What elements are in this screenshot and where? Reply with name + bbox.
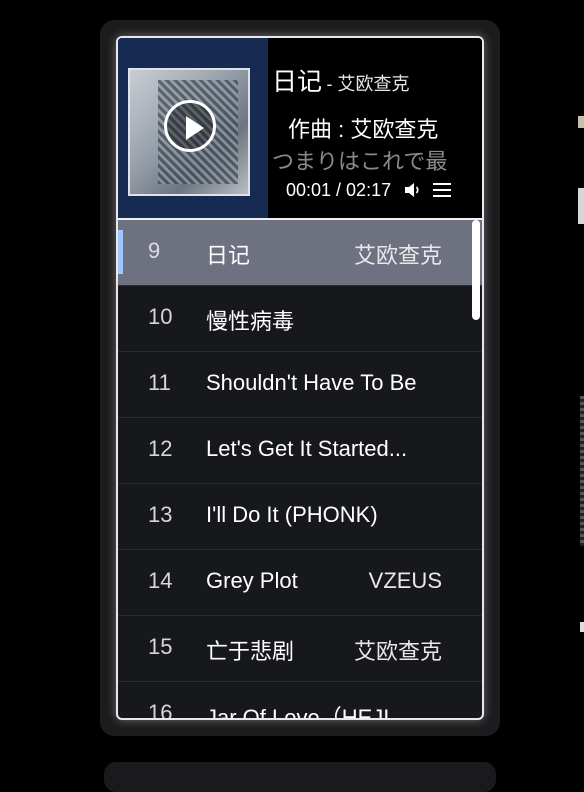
- edge-fragment: [580, 396, 584, 546]
- track-title: 慢性病毒: [206, 309, 295, 334]
- list-item[interactable]: 16 Jar Of Love（HEJI: [118, 682, 482, 720]
- track-number: 9: [148, 238, 161, 263]
- track-number: 14: [148, 568, 173, 593]
- list-item[interactable]: 14 Grey Plot VZEUS: [118, 550, 482, 616]
- playlist: 9 日记 艾欧查克 10 慢性病毒 11 Shouldn't Have To B…: [118, 220, 482, 720]
- time-display: 00:01 / 02:17: [286, 179, 392, 200]
- song-artist: - 艾欧查克: [326, 74, 410, 94]
- track-title: Shouldn't Have To Be: [206, 370, 417, 395]
- track-artist: 艾欧查克: [353, 639, 442, 664]
- album-cover: [118, 38, 268, 218]
- player-header: 日记 - 艾欧查克 作曲 : 艾欧查克 つまりはこれで最 00:01 / 02:…: [118, 38, 482, 220]
- edge-fragment: [578, 188, 584, 224]
- list-item[interactable]: 10 慢性病毒: [118, 286, 482, 352]
- playlist-scrollbar[interactable]: [472, 220, 480, 320]
- track-number: 15: [148, 634, 173, 659]
- list-item[interactable]: 11 Shouldn't Have To Be: [118, 352, 482, 418]
- track-number: 13: [148, 502, 173, 527]
- track-title: Jar Of Love（HEJI: [206, 705, 390, 720]
- track-number: 12: [148, 436, 173, 461]
- track-artist: VZEUS: [368, 568, 442, 593]
- track-title: 亡于悲剧: [206, 639, 295, 664]
- list-item[interactable]: 9 日记 艾欧查克: [118, 220, 482, 286]
- player-controls: 00:01 / 02:17: [286, 178, 452, 202]
- track-title: Grey Plot: [206, 568, 298, 593]
- list-item[interactable]: 15 亡于悲剧 艾欧查克: [118, 616, 482, 682]
- track-number: 10: [148, 304, 173, 329]
- track-title: 日记: [206, 243, 251, 268]
- edge-fragment: [580, 622, 584, 632]
- volume-icon[interactable]: [403, 181, 423, 199]
- list-item[interactable]: 12 Let's Get It Started...: [118, 418, 482, 484]
- edge-fragment: [578, 116, 584, 128]
- track-title: Let's Get It Started...: [206, 436, 408, 461]
- next-widget-frame: [104, 762, 496, 792]
- track-title: I'll Do It (PHONK): [206, 502, 378, 527]
- lyric-current: 作曲 : 艾欧查克: [288, 117, 439, 142]
- music-player: 日记 - 艾欧查克 作曲 : 艾欧查克 つまりはこれで最 00:01 / 02:…: [116, 36, 484, 720]
- active-marker: [118, 230, 123, 274]
- menu-icon[interactable]: [433, 183, 452, 197]
- lyric-next: つまりはこれで最: [272, 149, 448, 174]
- now-playing-title: 日记 - 艾欧查克: [272, 62, 409, 98]
- song-title: 日记: [272, 68, 323, 96]
- play-button[interactable]: [164, 100, 216, 152]
- track-number: 16: [148, 700, 173, 720]
- track-number: 11: [148, 370, 171, 395]
- list-item[interactable]: 13 I'll Do It (PHONK): [118, 484, 482, 550]
- track-artist: 艾欧查克: [353, 243, 442, 268]
